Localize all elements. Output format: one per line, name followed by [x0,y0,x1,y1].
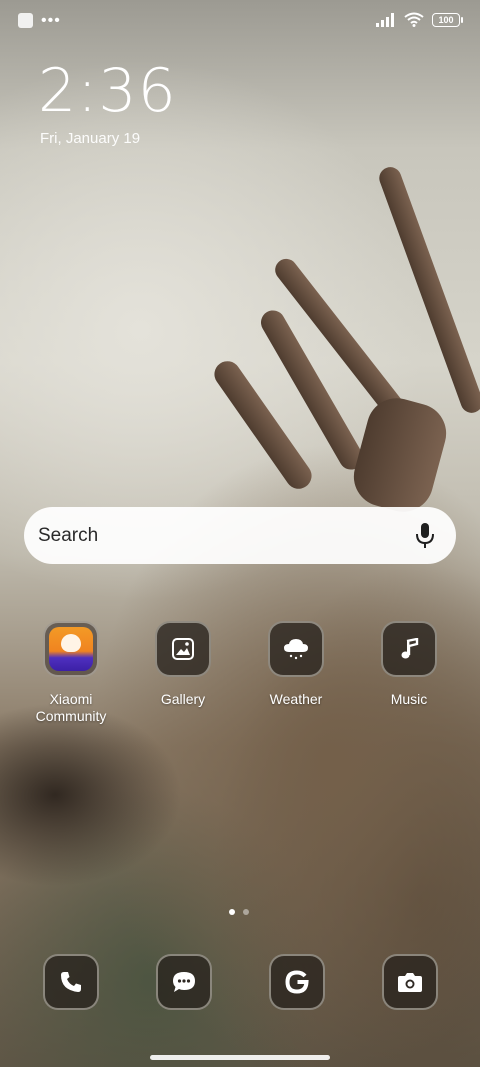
page-dot-active [229,909,235,915]
xiaomi-community-artwork [49,627,93,671]
page-indicator [229,909,249,915]
phone-icon[interactable] [43,954,99,1010]
google-icon[interactable] [269,954,325,1010]
app-xiaomi-community[interactable]: Xiaomi Community [16,621,126,725]
music-icon [381,621,437,677]
notification-area: ••• [18,11,61,29]
messages-glyph [173,972,195,992]
music-glyph [401,638,419,659]
wifi-icon [404,12,424,27]
app-music[interactable]: Music [354,621,464,708]
camera-icon[interactable] [382,954,438,1010]
home-indicator-bar[interactable] [150,1055,330,1060]
signal-icon [376,12,394,27]
xiaomi-community-icon [43,621,99,677]
app-label: Xiaomi Community [35,691,107,724]
gallery-icon [155,621,211,677]
xiaomi-community-mascot [61,634,81,652]
weather-glyph [284,639,308,660]
phone-glyph [61,972,81,992]
google-glyph [285,970,309,994]
app-weather[interactable]: Weather [241,621,351,708]
app-label: Weather [269,691,323,707]
antler-shape [376,164,480,416]
app-notification-icon [18,13,33,28]
search-bar[interactable]: Search [24,507,456,564]
page-dot [243,909,249,915]
system-status-area: 100 [376,12,463,27]
clock-time[interactable]: 2:36 [38,58,177,124]
app-label: Music [390,691,428,707]
camera-glyph [398,973,422,992]
more-notifications-icon: ••• [41,11,61,29]
gallery-glyph [172,638,194,660]
status-bar: ••• 100 [0,0,480,42]
search-placeholder: Search [38,524,99,546]
battery-icon: 100 [432,12,463,27]
microphone-icon[interactable] [414,522,436,550]
weather-icon [268,621,324,677]
battery-level: 100 [438,14,454,25]
app-label: Gallery [160,691,206,707]
antler-shape [347,391,453,519]
app-gallery[interactable]: Gallery [128,621,238,708]
messages-icon[interactable] [156,954,212,1010]
clock-date[interactable]: Fri, January 19 [40,130,140,147]
